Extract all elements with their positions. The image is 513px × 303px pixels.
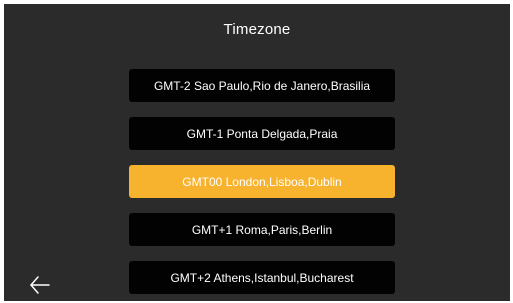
timezone-option-gmt-plus-2[interactable]: GMT+2 Athens,Istanbul,Bucharest <box>129 261 395 294</box>
timezone-list: GMT-2 Sao Paulo,Rio de Janero,Brasilia G… <box>129 69 397 301</box>
timezone-option-gmt-00[interactable]: GMT00 London,Lisboa,Dublin <box>129 165 395 198</box>
back-button[interactable] <box>28 274 52 296</box>
timezone-option-gmt-minus-1[interactable]: GMT-1 Ponta Delgada,Praia <box>129 117 395 150</box>
page-title: Timezone <box>223 21 291 38</box>
arrow-left-icon <box>30 276 50 294</box>
timezone-option-gmt-minus-2[interactable]: GMT-2 Sao Paulo,Rio de Janero,Brasilia <box>129 69 395 102</box>
timezone-screen: Timezone GMT-2 Sao Paulo,Rio de Janero,B… <box>4 4 510 301</box>
timezone-option-gmt-plus-1[interactable]: GMT+1 Roma,Paris,Berlin <box>129 213 395 246</box>
